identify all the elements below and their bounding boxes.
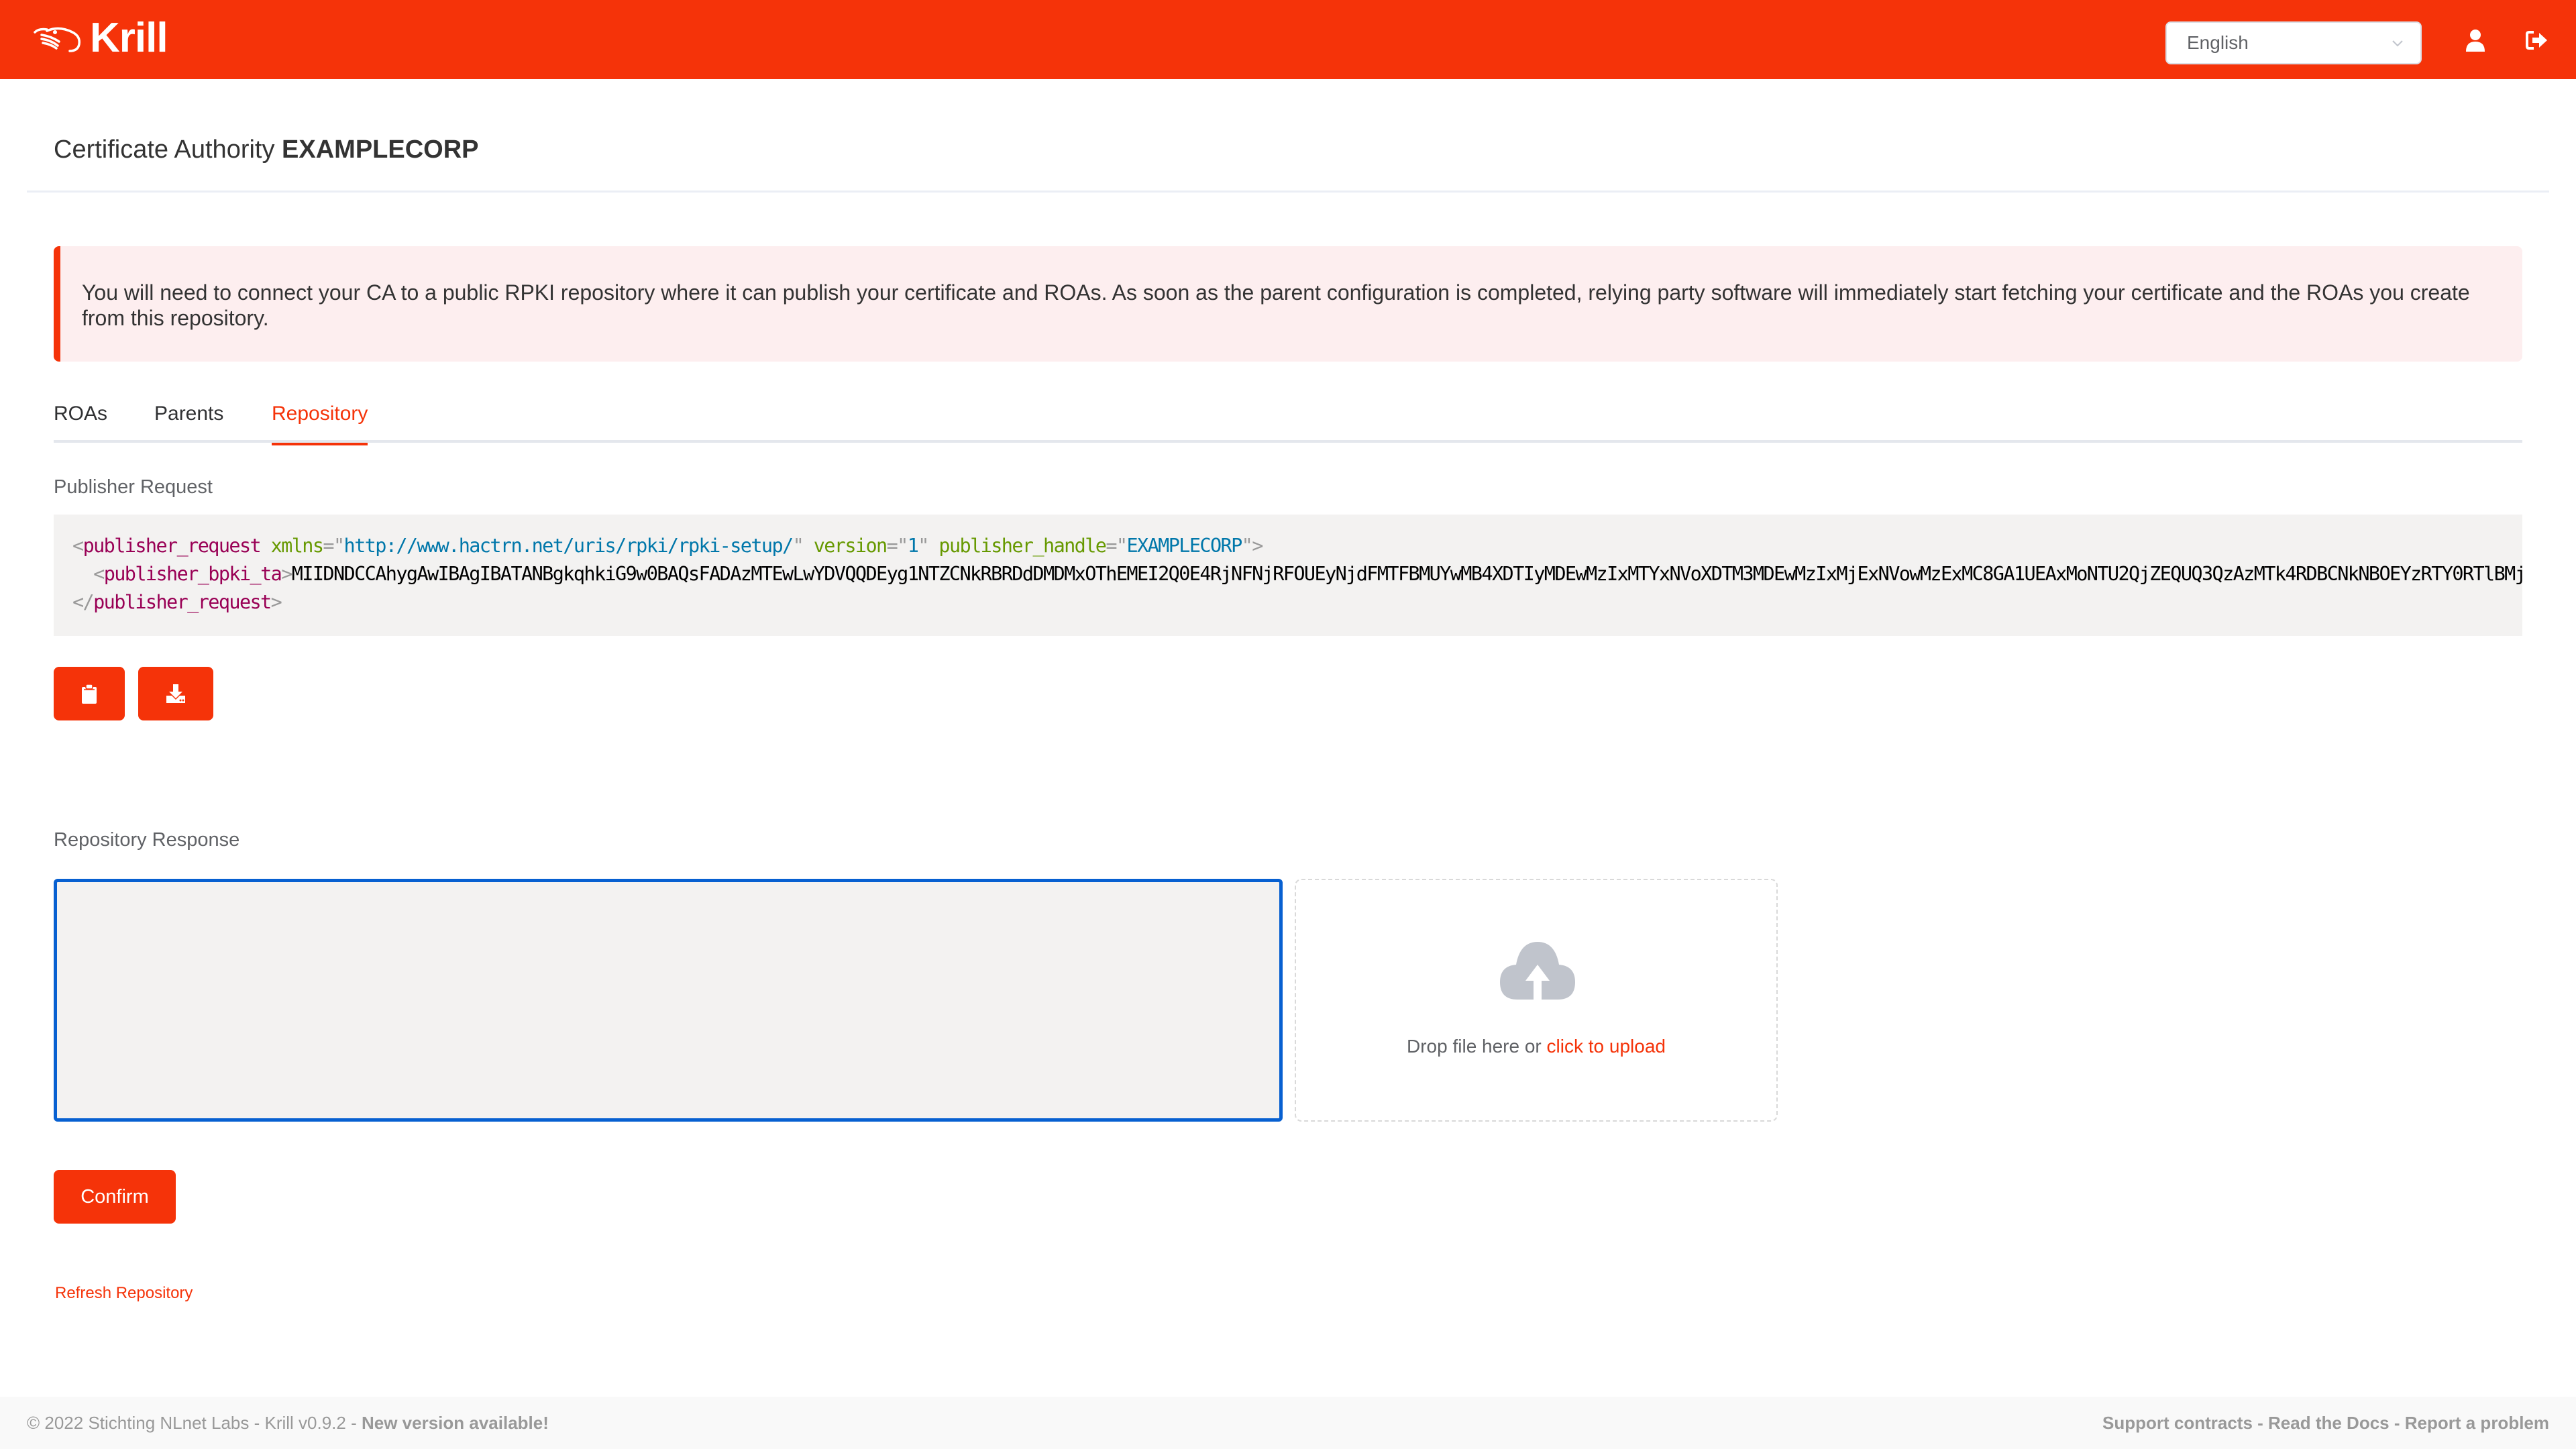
- krill-logo[interactable]: Krill: [32, 17, 168, 59]
- support-contracts-link[interactable]: Support contracts: [2102, 1413, 2253, 1433]
- xml-handle-attr: publisher_handle: [938, 535, 1107, 557]
- tab-roas[interactable]: ROAs: [54, 402, 107, 443]
- ca-tabs: ROAs Parents Repository: [54, 396, 2522, 445]
- dropzone-instruction: Drop file here or: [1407, 1036, 1547, 1057]
- publisher-request-label: Publisher Request: [54, 476, 213, 498]
- xml-xmlns-value: http://www.hactrn.net/uris/rpki/rpki-set…: [343, 535, 794, 557]
- footer-separator: -: [2389, 1413, 2405, 1433]
- footer-copyright: © 2022 Stichting NLnet Labs - Krill v0.9…: [27, 1413, 549, 1434]
- repository-info-alert: You will need to connect your CA to a pu…: [54, 246, 2522, 362]
- xml-version-attr: version: [813, 535, 888, 557]
- new-version-link[interactable]: New version available!: [362, 1413, 549, 1433]
- sign-out-icon: [2526, 31, 2547, 50]
- refresh-repository-link[interactable]: Refresh Repository: [55, 1284, 193, 1303]
- download-button[interactable]: [138, 667, 213, 720]
- cloud-upload-icon: [1500, 942, 1575, 1000]
- page-title-prefix: Certificate Authority: [54, 136, 275, 164]
- xml-child-tag: publisher_bpki_ta: [103, 563, 282, 585]
- dropzone-text: Drop file here or click to upload: [1296, 1036, 1776, 1057]
- xml-version-value: 1: [907, 535, 919, 557]
- file-upload-dropzone[interactable]: Drop file here or click to upload: [1295, 879, 1778, 1122]
- tab-repository[interactable]: Repository: [272, 402, 368, 445]
- xml-xmlns-attr: xmlns: [270, 535, 324, 557]
- copy-to-clipboard-button[interactable]: [54, 667, 125, 720]
- footer-separator: -: [2252, 1413, 2269, 1433]
- krill-shrimp-icon: [34, 27, 81, 52]
- publisher-request-xml[interactable]: <publisher_request xmlns="http://www.hac…: [54, 515, 2522, 636]
- chevron-down-icon: [2392, 40, 2403, 47]
- title-divider: [27, 191, 2549, 193]
- xml-root-tag: publisher_request: [83, 535, 262, 557]
- xml-root-close-tag: publisher_request: [93, 591, 272, 613]
- repository-response-input[interactable]: [54, 879, 1283, 1122]
- top-navbar: Krill English: [0, 0, 2576, 79]
- app-name: Krill: [90, 15, 168, 61]
- footer: © 2022 Stichting NLnet Labs - Krill v0.9…: [0, 1397, 2576, 1449]
- confirm-button[interactable]: Confirm: [54, 1170, 176, 1224]
- footer-links: Support contracts - Read the Docs - Repo…: [2102, 1413, 2549, 1434]
- language-select-value: English: [2187, 32, 2249, 53]
- report-problem-link[interactable]: Report a problem: [2405, 1413, 2549, 1433]
- repository-response-label: Repository Response: [54, 829, 240, 851]
- tab-parents[interactable]: Parents: [154, 402, 223, 443]
- click-to-upload-link[interactable]: click to upload: [1547, 1036, 1666, 1057]
- clipboard-icon: [82, 684, 97, 704]
- copyright-text: © 2022 Stichting NLnet Labs - Krill v0.9…: [27, 1413, 362, 1433]
- ca-name: EXAMPLECORP: [282, 136, 479, 164]
- logout-button[interactable]: [2524, 25, 2551, 55]
- xml-handle-value: EXAMPLECORP: [1126, 535, 1242, 557]
- language-select[interactable]: English: [2165, 21, 2422, 64]
- alert-text: You will need to connect your CA to a pu…: [82, 280, 2470, 330]
- page-title: Certificate Authority EXAMPLECORP: [54, 136, 479, 164]
- read-the-docs-link[interactable]: Read the Docs: [2268, 1413, 2390, 1433]
- user-profile-button[interactable]: [2462, 25, 2489, 55]
- xml-bpki-ta-value: MIIDNDCCAhygAwIBAgIBATANBgkqhkiG9w0BAQsF…: [291, 563, 2522, 585]
- download-icon: [166, 684, 185, 703]
- user-icon: [2466, 30, 2485, 52]
